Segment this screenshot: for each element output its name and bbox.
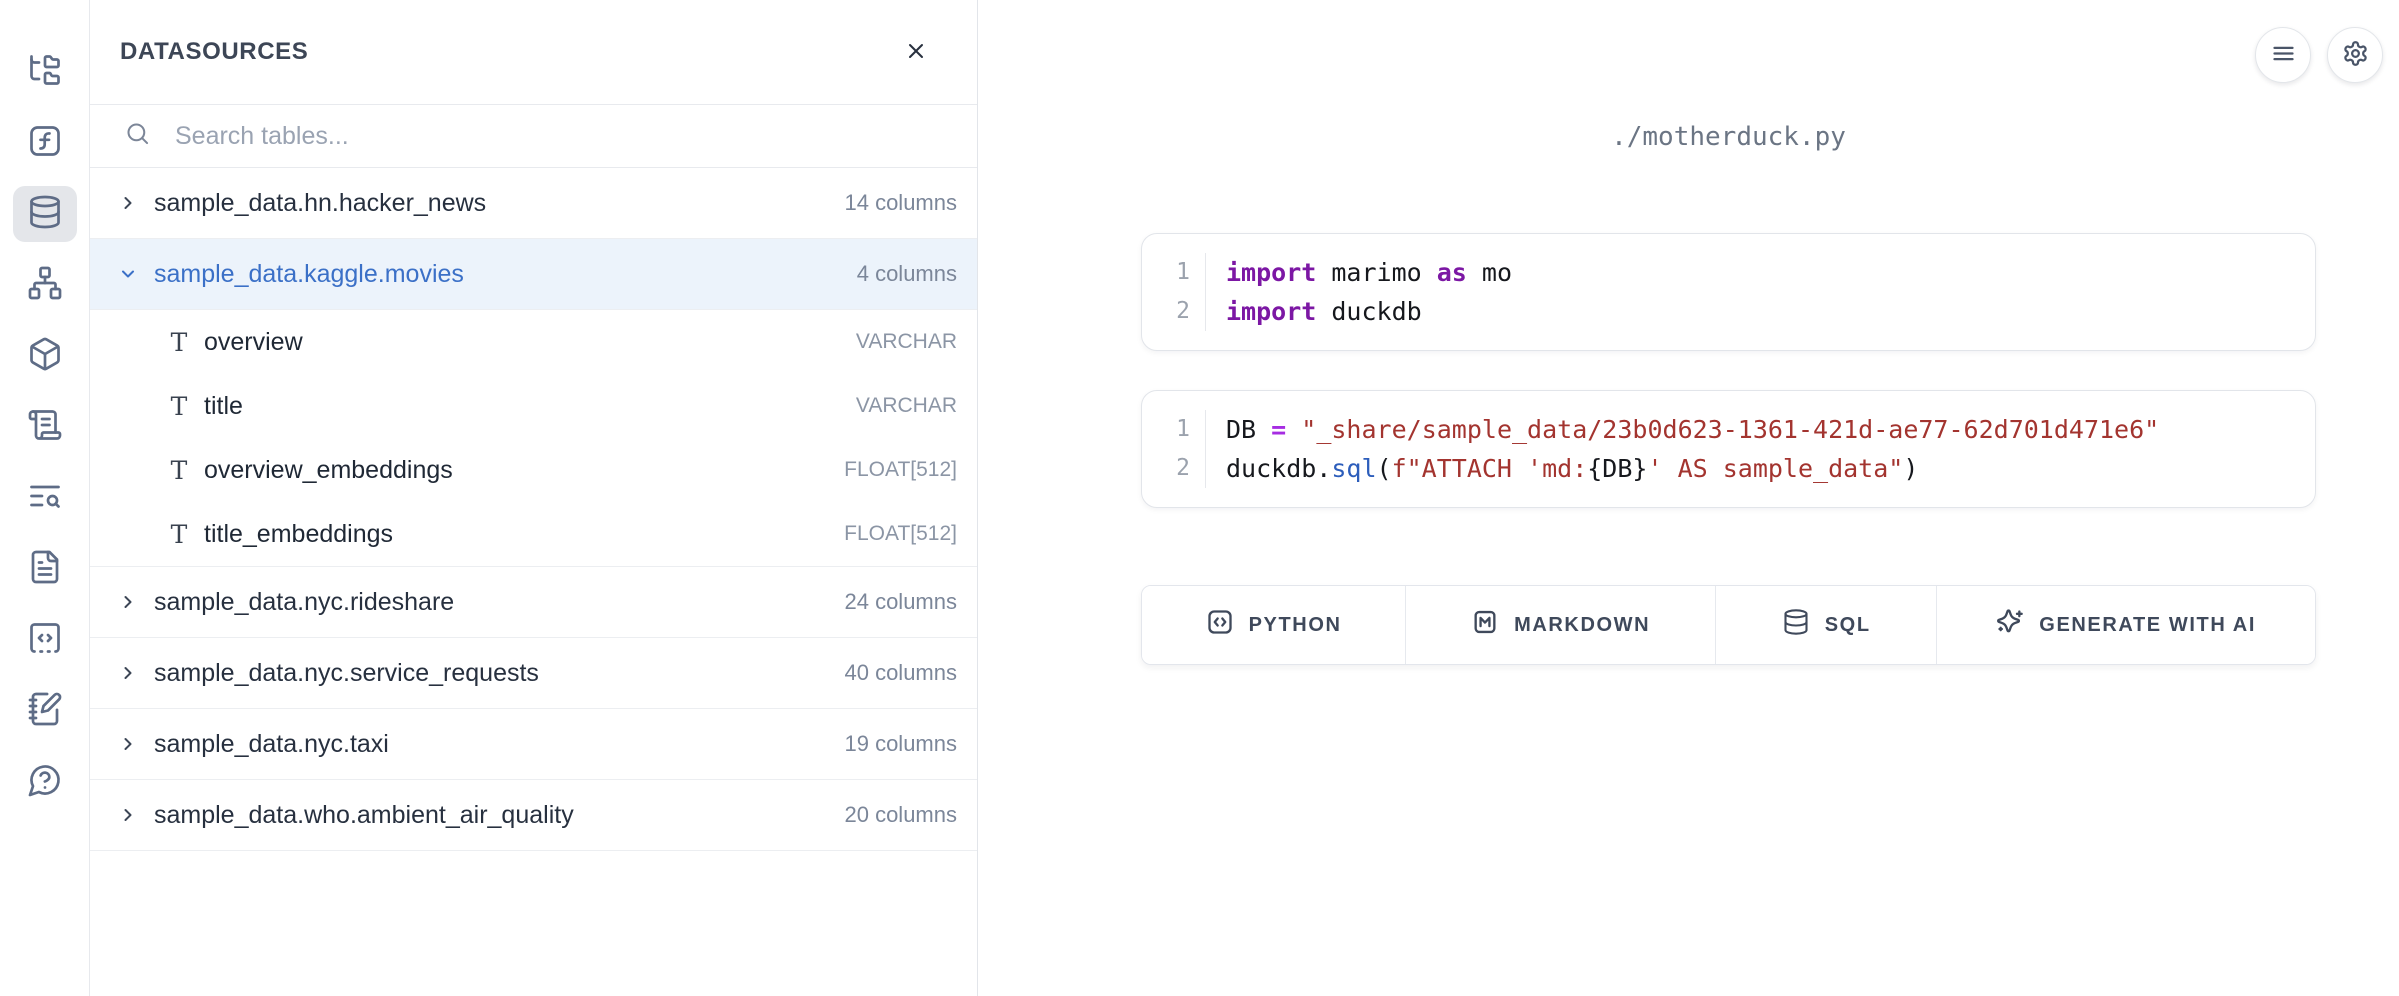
chevron-down-icon bbox=[118, 264, 148, 284]
add-cell-bar: PYTHON MARKDOWN SQL GENERATE WITH AI bbox=[1141, 585, 2316, 665]
chevron-right-icon bbox=[118, 592, 148, 612]
add-cell-python-button[interactable]: PYTHON bbox=[1142, 586, 1406, 664]
add-cell-generate-with-ai-button[interactable]: GENERATE WITH AI bbox=[1937, 586, 2315, 664]
file-text-icon bbox=[27, 549, 63, 590]
table-row[interactable]: sample_data.who.ambient_air_quality 20 co… bbox=[90, 780, 977, 851]
code-editor[interactable]: DB = "_share/sample_data/23b0d623-1361-4… bbox=[1206, 410, 2159, 488]
rail-item-notebook-pen[interactable] bbox=[13, 683, 77, 739]
notebook-filename: ./motherduck.py bbox=[1141, 122, 2316, 152]
column-row[interactable]: Ttitle VARCHAR bbox=[90, 374, 977, 438]
add-cell-label: SQL bbox=[1825, 614, 1871, 637]
column-row[interactable]: Ttitle_embeddings FLOAT[512] bbox=[90, 502, 977, 566]
table-name: sample_data.nyc.service_requests bbox=[154, 659, 539, 688]
database-icon bbox=[1782, 608, 1810, 642]
column-name: title_embeddings bbox=[204, 520, 393, 549]
column-count: 14 columns bbox=[844, 190, 957, 216]
box-icon bbox=[27, 336, 63, 377]
chevron-right-icon bbox=[118, 193, 148, 213]
function-square-icon bbox=[27, 123, 63, 164]
marimo-app: DATASOURCES sample_data.hn.hacker_news 14… bbox=[0, 0, 2399, 996]
column-count: 20 columns bbox=[844, 802, 957, 828]
sparkles-icon bbox=[1996, 608, 2024, 642]
rail-item-file-text[interactable] bbox=[13, 541, 77, 597]
column-name: title bbox=[204, 392, 243, 421]
add-cell-label: PYTHON bbox=[1249, 614, 1342, 637]
panel-title: DATASOURCES bbox=[120, 38, 308, 66]
folder-tree-icon bbox=[27, 52, 63, 93]
column-type: FLOAT[512] bbox=[844, 522, 957, 546]
chevron-right-icon bbox=[118, 734, 148, 754]
column-count: 24 columns bbox=[844, 589, 957, 615]
panel-header: DATASOURCES bbox=[90, 0, 977, 104]
rail-item-square-code[interactable] bbox=[13, 612, 77, 668]
add-cell-markdown-button[interactable]: MARKDOWN bbox=[1406, 586, 1716, 664]
add-cell-label: MARKDOWN bbox=[1514, 614, 1650, 637]
rail-item-scroll-text[interactable] bbox=[13, 399, 77, 455]
rail-item-box[interactable] bbox=[13, 328, 77, 384]
rail-item-text-search[interactable] bbox=[13, 470, 77, 526]
rail-item-help-circle[interactable] bbox=[13, 754, 77, 810]
line-numbers: 12 bbox=[1142, 410, 1206, 488]
table-row[interactable]: sample_data.nyc.rideshare 24 columns bbox=[90, 567, 977, 638]
code-square-icon bbox=[1206, 608, 1234, 642]
rail-item-network[interactable] bbox=[13, 257, 77, 313]
search-input[interactable] bbox=[173, 121, 953, 152]
add-cell-label: GENERATE WITH AI bbox=[2039, 614, 2256, 637]
table-row[interactable]: sample_data.hn.hacker_news 14 columns bbox=[90, 168, 977, 239]
line-numbers: 12 bbox=[1142, 253, 1206, 331]
attach-db-cell[interactable]: 12DB = "_share/sample_data/23b0d623-1361… bbox=[1141, 390, 2316, 508]
rail-item-function-square[interactable] bbox=[13, 115, 77, 171]
column-type: VARCHAR bbox=[856, 330, 957, 354]
rail-item-folder-tree[interactable] bbox=[13, 44, 77, 100]
scroll-text-icon bbox=[27, 407, 63, 448]
close-panel-button[interactable] bbox=[897, 33, 935, 71]
close-icon bbox=[904, 39, 928, 66]
column-count: 4 columns bbox=[857, 261, 957, 287]
column-list: Toverview VARCHAR Ttitle VARCHAR Toverview_e… bbox=[90, 310, 977, 567]
table-row[interactable]: sample_data.nyc.taxi 19 columns bbox=[90, 709, 977, 780]
table-search bbox=[90, 104, 977, 168]
settings-button[interactable] bbox=[2327, 27, 2383, 83]
column-name: overview bbox=[204, 328, 303, 357]
text-search-icon bbox=[27, 478, 63, 519]
cells-column: ./motherduck.py 12import marimo as moimp… bbox=[1141, 0, 2316, 996]
notebook-pen-icon bbox=[27, 691, 63, 732]
type-icon: T bbox=[168, 520, 190, 549]
column-row[interactable]: Toverview_embeddings FLOAT[512] bbox=[90, 438, 977, 502]
left-icon-rail bbox=[0, 0, 90, 996]
table-name: sample_data.kaggle.movies bbox=[154, 260, 464, 289]
type-icon: T bbox=[168, 328, 190, 357]
table-name: sample_data.nyc.rideshare bbox=[154, 588, 454, 617]
table-name: sample_data.who.ambient_air_quality bbox=[154, 801, 574, 830]
rail-item-database[interactable] bbox=[13, 186, 77, 242]
database-icon bbox=[27, 194, 63, 235]
column-type: VARCHAR bbox=[856, 394, 957, 418]
chevron-right-icon bbox=[118, 663, 148, 683]
column-row[interactable]: Toverview VARCHAR bbox=[90, 310, 977, 374]
table-row[interactable]: sample_data.nyc.service_requests 40 colum… bbox=[90, 638, 977, 709]
markdown-icon bbox=[1471, 608, 1499, 642]
column-type: FLOAT[512] bbox=[844, 458, 957, 482]
imports-cell[interactable]: 12import marimo as moimport duckdb bbox=[1141, 233, 2316, 351]
table-name: sample_data.hn.hacker_news bbox=[154, 189, 486, 218]
search-icon bbox=[124, 120, 151, 152]
code-editor[interactable]: import marimo as moimport duckdb bbox=[1206, 253, 1512, 331]
type-icon: T bbox=[168, 456, 190, 485]
table-name: sample_data.nyc.taxi bbox=[154, 730, 389, 759]
network-icon bbox=[27, 265, 63, 306]
column-count: 40 columns bbox=[844, 660, 957, 686]
column-name: overview_embeddings bbox=[204, 456, 453, 485]
gear-icon bbox=[2342, 40, 2369, 70]
datasources-panel: DATASOURCES sample_data.hn.hacker_news 14… bbox=[90, 0, 978, 996]
help-circle-icon bbox=[27, 762, 63, 803]
table-list: sample_data.hn.hacker_news14 columnssamp… bbox=[90, 168, 977, 851]
add-cell-sql-button[interactable]: SQL bbox=[1716, 586, 1937, 664]
table-row[interactable]: sample_data.kaggle.movies 4 columns bbox=[90, 239, 977, 310]
square-code-icon bbox=[27, 620, 63, 661]
type-icon: T bbox=[168, 392, 190, 421]
chevron-right-icon bbox=[118, 805, 148, 825]
column-count: 19 columns bbox=[844, 731, 957, 757]
